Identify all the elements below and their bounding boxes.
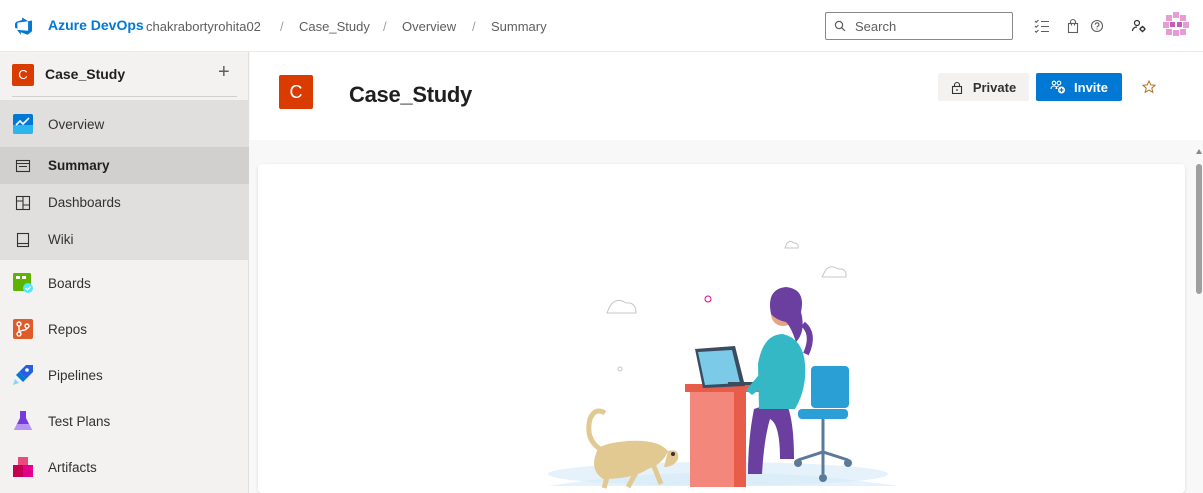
- project-header-bar: C Case_Study Private Invite: [250, 52, 1203, 140]
- sidebar-item-dashboards[interactable]: Dashboards: [0, 184, 249, 221]
- help-icon[interactable]: [1088, 17, 1106, 35]
- star-icon[interactable]: [1142, 80, 1156, 94]
- sidebar-item-test-plans[interactable]: Test Plans: [0, 398, 249, 444]
- sidebar-item-boards[interactable]: Boards: [0, 260, 249, 306]
- top-bar: Azure DevOps chakrabortyrohita02 / Case_…: [0, 0, 1203, 52]
- lock-icon: [951, 81, 962, 94]
- scroll-up-icon[interactable]: [1196, 149, 1202, 154]
- private-label: Private: [972, 79, 1017, 95]
- page-title: Case_Study: [349, 82, 472, 107]
- breadcrumb-separator: /: [280, 19, 284, 34]
- breadcrumb-organization[interactable]: chakrabortyrohita02: [146, 19, 261, 34]
- add-icon[interactable]: +: [218, 60, 230, 84]
- sidebar-item-repos[interactable]: Repos: [0, 306, 249, 352]
- search-box[interactable]: [825, 12, 1013, 40]
- invite-button[interactable]: Invite: [1036, 73, 1122, 101]
- invite-label: Invite: [1074, 79, 1108, 95]
- repos-icon: [13, 319, 33, 339]
- sidebar: C Case_Study + Overview Summary Dashboar…: [0, 52, 249, 493]
- sidebar-item-label: Summary: [48, 158, 110, 173]
- summary-card: [258, 164, 1185, 493]
- sidebar-item-artifacts[interactable]: Artifacts: [0, 444, 249, 490]
- sidebar-item-summary[interactable]: Summary: [0, 147, 249, 184]
- user-settings-icon[interactable]: [1130, 17, 1148, 35]
- sidebar-item-label: Artifacts: [48, 460, 97, 475]
- overview-icon: [13, 114, 33, 134]
- avatar[interactable]: [1163, 12, 1189, 38]
- project-badge: C: [12, 64, 34, 86]
- project-header[interactable]: C Case_Study +: [0, 52, 249, 100]
- breadcrumb-separator: /: [472, 19, 476, 34]
- project-name[interactable]: Case_Study: [45, 66, 125, 82]
- sidebar-item-label: Pipelines: [48, 368, 103, 383]
- add-people-icon: [1050, 80, 1066, 94]
- task-list-icon[interactable]: [1033, 17, 1051, 35]
- brand-link[interactable]: Azure DevOps: [48, 17, 144, 33]
- dashboards-icon: [15, 195, 31, 211]
- shopping-bag-icon[interactable]: [1064, 17, 1082, 35]
- project-avatar: C: [279, 75, 313, 109]
- sidebar-item-wiki[interactable]: Wiki: [0, 221, 249, 258]
- breadcrumb-summary[interactable]: Summary: [491, 19, 547, 34]
- scrollbar-thumb[interactable]: [1196, 164, 1202, 294]
- welcome-illustration: [548, 240, 898, 489]
- private-button[interactable]: Private: [938, 73, 1029, 101]
- breadcrumb-separator: /: [383, 19, 387, 34]
- breadcrumb-overview[interactable]: Overview: [402, 19, 456, 34]
- wiki-icon: [16, 232, 30, 248]
- divider: [12, 96, 237, 97]
- main-content: C Case_Study Private Invite: [250, 52, 1203, 493]
- sidebar-item-label: Overview: [48, 117, 105, 132]
- pipelines-icon: [13, 365, 33, 385]
- breadcrumb-project[interactable]: Case_Study: [299, 19, 370, 34]
- search-icon: [834, 20, 846, 32]
- sidebar-item-label: Dashboards: [48, 195, 121, 210]
- summary-icon: [15, 159, 31, 173]
- sidebar-item-label: Repos: [48, 322, 88, 337]
- sidebar-item-label: Wiki: [48, 232, 74, 247]
- azure-devops-logo-icon[interactable]: [15, 17, 33, 35]
- test-plans-icon: [14, 411, 32, 430]
- boards-icon: [13, 273, 33, 293]
- sidebar-item-overview[interactable]: Overview: [0, 100, 249, 148]
- sidebar-item-pipelines[interactable]: Pipelines: [0, 352, 249, 398]
- sidebar-item-label: Test Plans: [48, 414, 111, 429]
- search-input[interactable]: [855, 18, 1005, 34]
- artifacts-icon: [13, 457, 33, 477]
- sidebar-item-label: Boards: [48, 276, 91, 291]
